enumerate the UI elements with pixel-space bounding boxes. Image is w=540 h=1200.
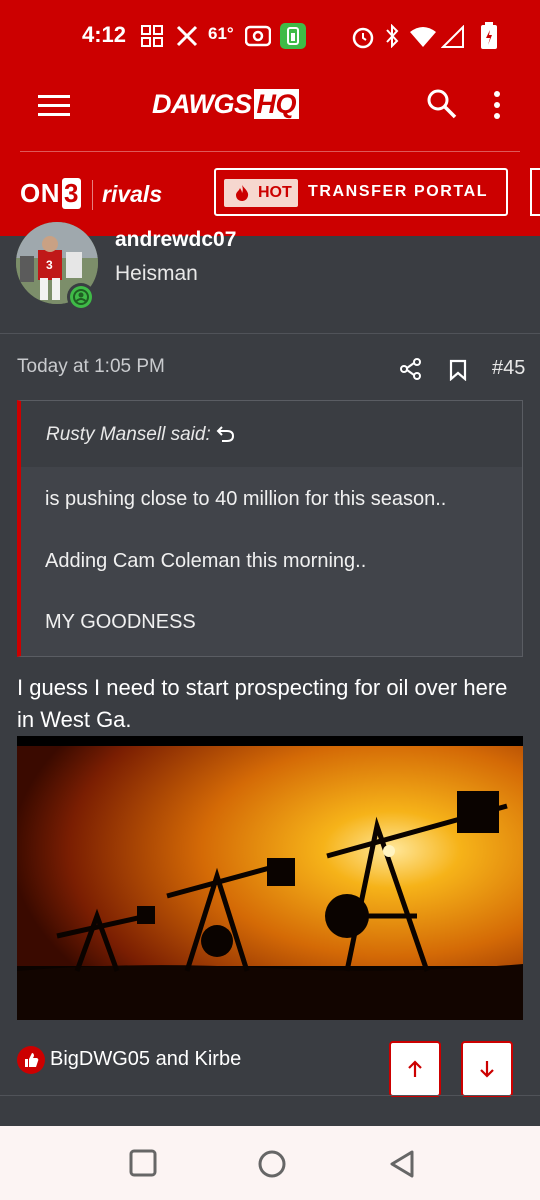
arrow-up-icon	[408, 1060, 422, 1077]
menu-icon[interactable]	[38, 95, 70, 117]
next-nav-button[interactable]	[530, 168, 540, 216]
on3-prefix: ON	[20, 178, 60, 208]
partner-divider	[92, 180, 93, 210]
wifi-icon	[410, 27, 436, 47]
share-icon[interactable]	[400, 358, 422, 380]
flame-icon	[236, 185, 249, 201]
arrow-down-icon	[480, 1061, 494, 1078]
post-divider	[0, 1095, 540, 1096]
logo-suffix: HQ	[253, 89, 300, 119]
hot-label: HOT	[258, 184, 292, 201]
search-icon[interactable]	[426, 88, 458, 120]
status-temperature: 61°	[208, 24, 234, 43]
quote-line: Adding Cam Coleman this morning..	[45, 550, 367, 572]
quote-jump-icon[interactable]	[216, 424, 236, 444]
svg-text:3: 3	[46, 258, 53, 272]
oil-pumpjacks-image[interactable]	[17, 736, 523, 1020]
username[interactable]: andrewdc07	[115, 228, 236, 252]
battery-saver-icon	[280, 23, 306, 49]
camera-icon	[245, 25, 271, 47]
scroll-down-button[interactable]	[461, 1041, 513, 1097]
alarm-icon	[352, 27, 374, 49]
quote-block: Rusty Mansell said: is pushing close to …	[17, 400, 523, 657]
scroll-up-button[interactable]	[389, 1041, 441, 1097]
hot-badge: HOT	[224, 179, 298, 207]
recents-icon[interactable]	[129, 1149, 157, 1177]
signal-icon	[441, 25, 464, 48]
status-bar: 4:12 61°	[0, 0, 540, 72]
quote-line: is pushing close to 40 million for this …	[45, 488, 447, 510]
home-icon[interactable]	[257, 1149, 287, 1179]
status-time: 4:12	[82, 22, 127, 47]
online-status-badge	[67, 283, 95, 311]
more-vert-icon[interactable]	[493, 90, 501, 120]
system-nav-bar	[0, 1126, 540, 1200]
logo-main: DAWGS	[152, 89, 252, 119]
bookmark-icon[interactable]	[449, 359, 467, 381]
transfer-portal-button[interactable]: HOT TRANSFER PORTAL	[214, 168, 508, 216]
transfer-portal-label: TRANSFER PORTAL	[308, 183, 489, 200]
battery-icon	[481, 22, 497, 49]
on3-suffix: 3	[62, 178, 81, 209]
user-title: Heisman	[115, 262, 198, 285]
back-icon[interactable]	[388, 1149, 416, 1179]
rivals-logo[interactable]: rivals	[102, 181, 162, 208]
bluetooth-icon	[386, 24, 399, 48]
user-status-icon	[73, 289, 89, 305]
on3-logo[interactable]: ON 3	[20, 178, 81, 209]
quote-author: Rusty Mansell said:	[46, 424, 211, 445]
post-number[interactable]: #45	[492, 357, 525, 380]
quote-header[interactable]: Rusty Mansell said:	[21, 401, 522, 467]
x-icon	[176, 25, 198, 47]
site-logo[interactable]: DAWGS HQ	[152, 89, 352, 123]
reaction-users: BigDWG05 and Kirbe	[50, 1048, 242, 1070]
grid-icon	[141, 25, 163, 47]
post-timestamp[interactable]: Today at 1:05 PM	[17, 356, 165, 378]
post-body: I guess I need to start prospecting for …	[17, 675, 508, 732]
like-icon	[17, 1046, 45, 1074]
quote-line: MY GOODNESS	[45, 611, 196, 633]
